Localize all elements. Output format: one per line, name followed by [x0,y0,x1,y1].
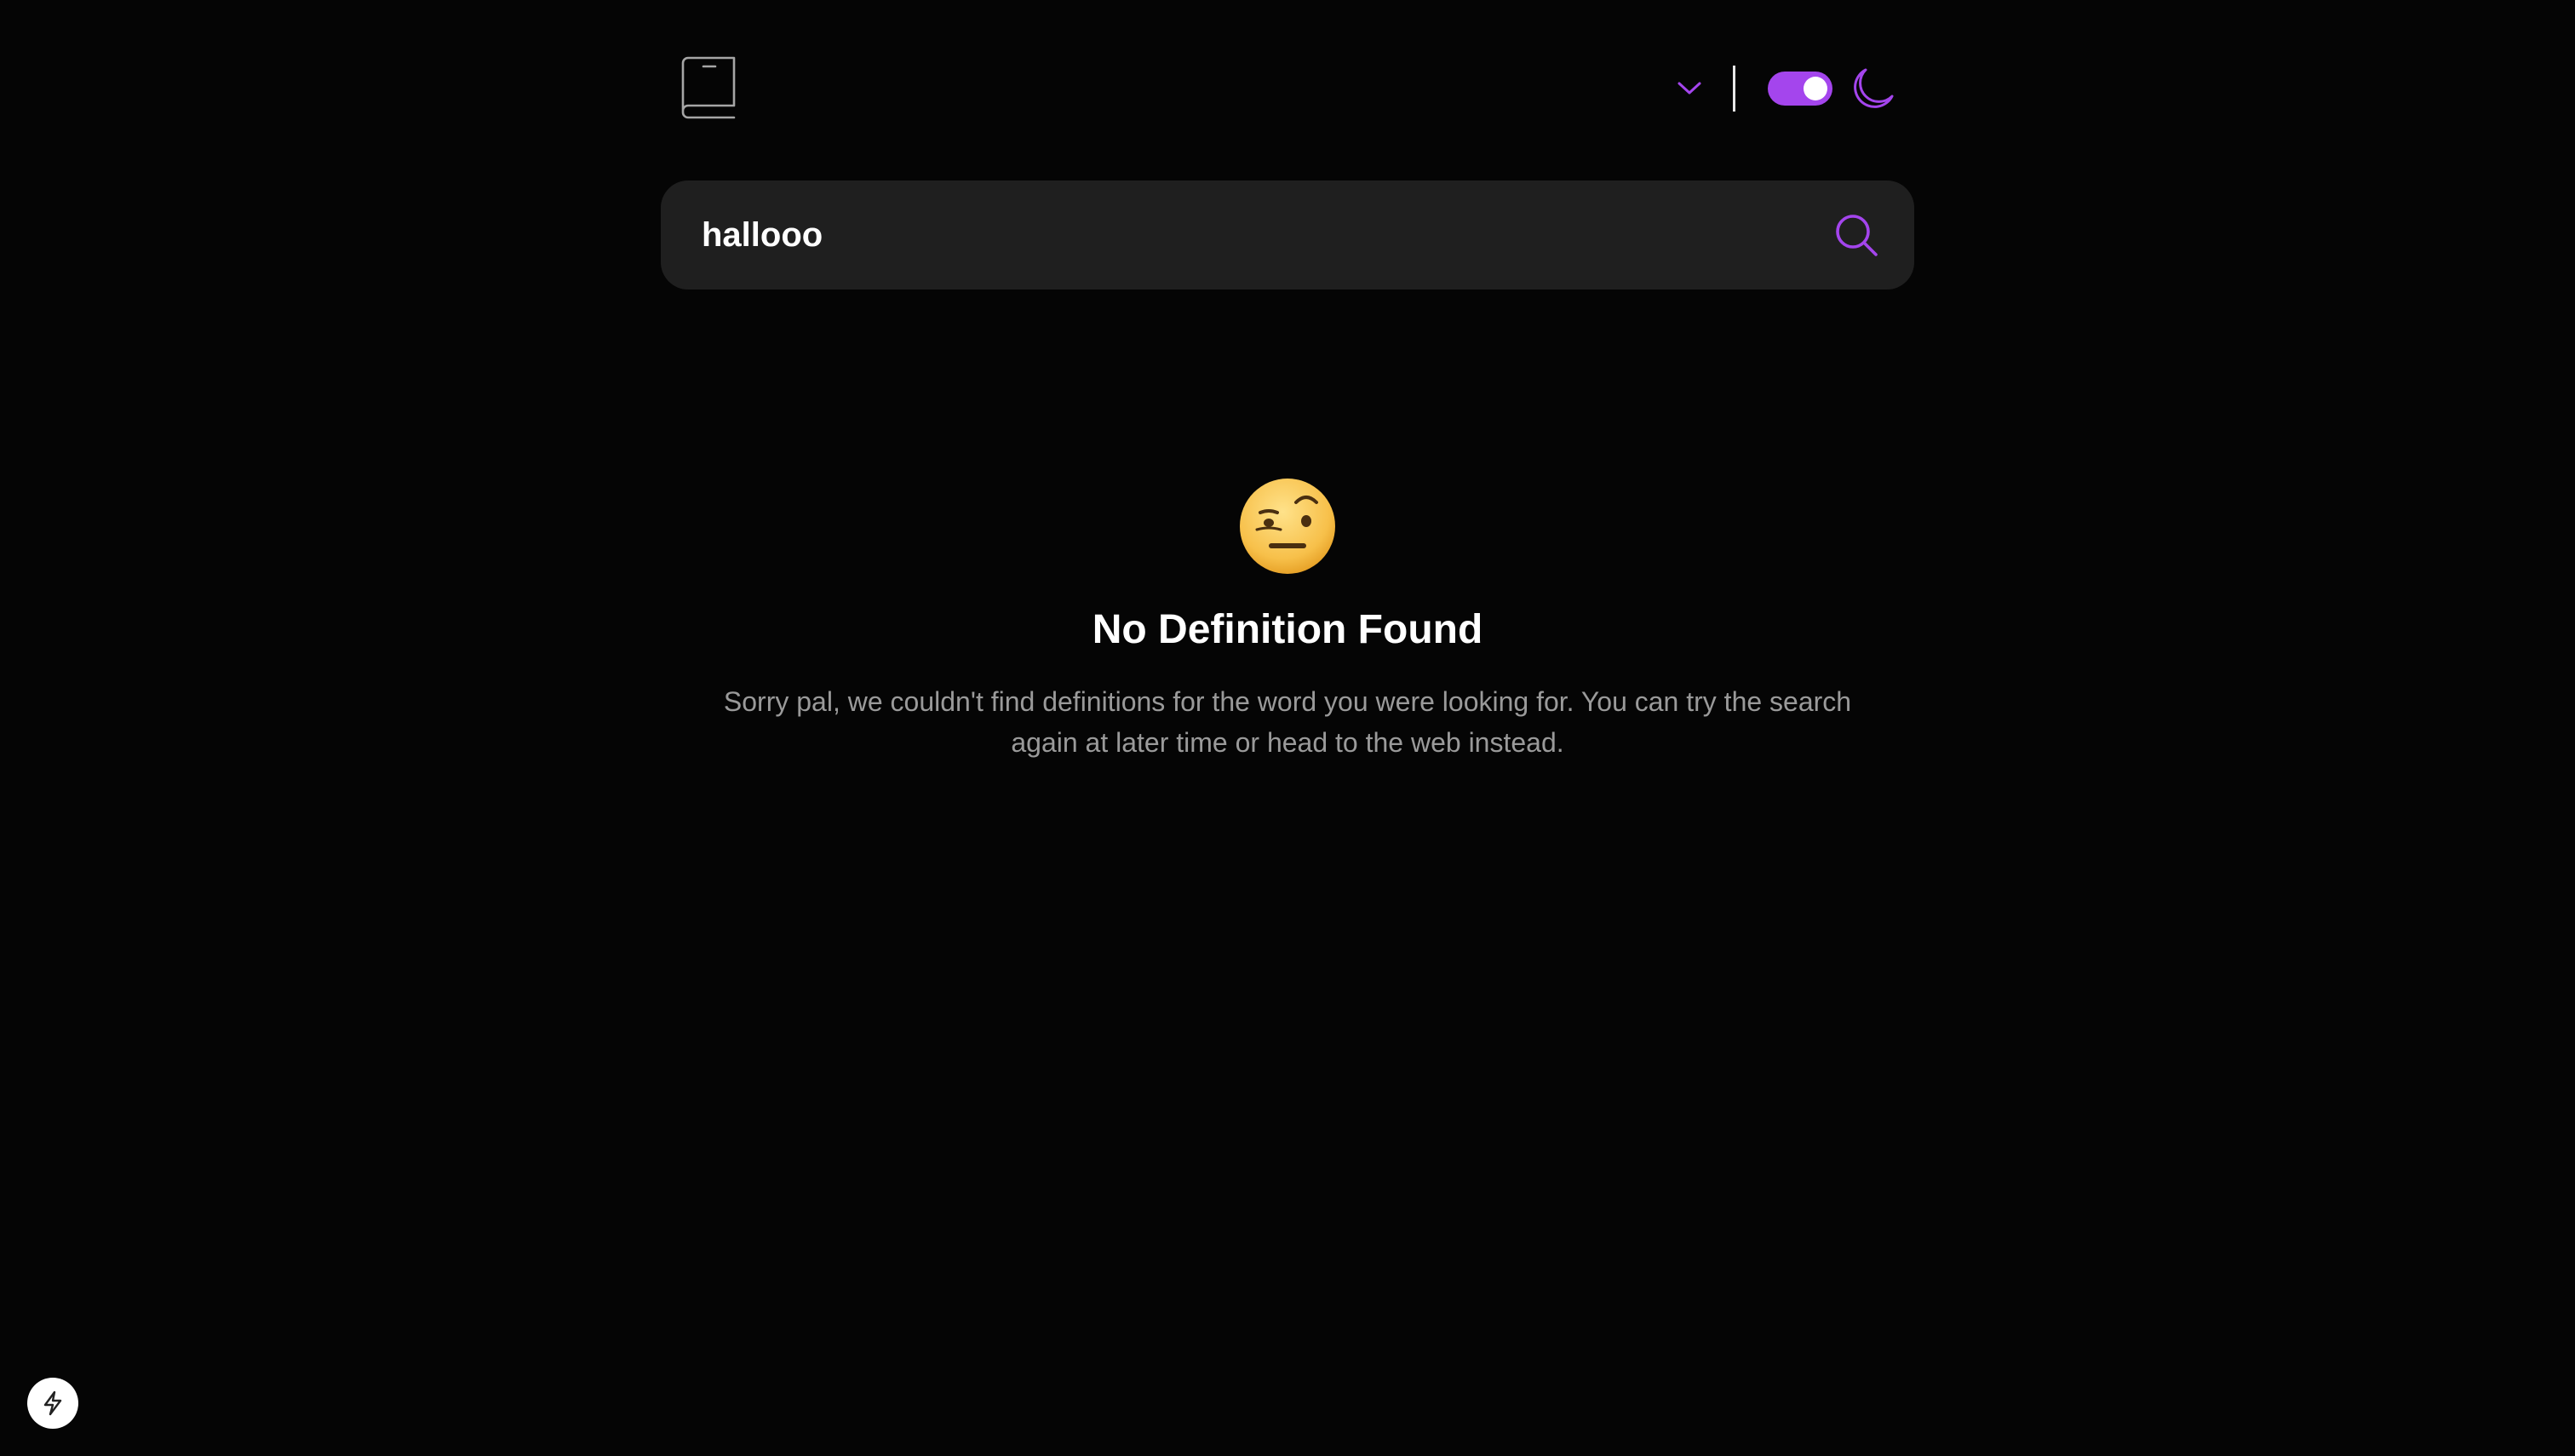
face-with-raised-eyebrow-emoji [1240,479,1335,574]
header-divider [1733,66,1735,112]
chevron-down-icon [1677,82,1701,95]
search-icon[interactable] [1834,213,1878,257]
theme-toggle[interactable] [1768,72,1832,106]
book-icon[interactable] [681,56,737,119]
no-result-message: Sorry pal, we couldn't find definitions … [723,686,1852,758]
search-input[interactable] [702,181,1792,289]
theme-toggle-knob [1804,77,1827,100]
app-page: No Definition Found Sorry pal, we couldn… [0,0,2575,1456]
header [661,56,1914,121]
lightning-bolt-icon [43,1390,62,1416]
no-result-state: No Definition Found Sorry pal, we couldn… [661,477,1914,763]
no-result-title: No Definition Found [1092,607,1483,652]
font-selector[interactable] [1661,67,1707,110]
search-bar [661,181,1914,289]
header-controls [1661,56,1895,121]
dev-tools-badge[interactable] [27,1378,78,1429]
moon-icon [1854,68,1894,108]
